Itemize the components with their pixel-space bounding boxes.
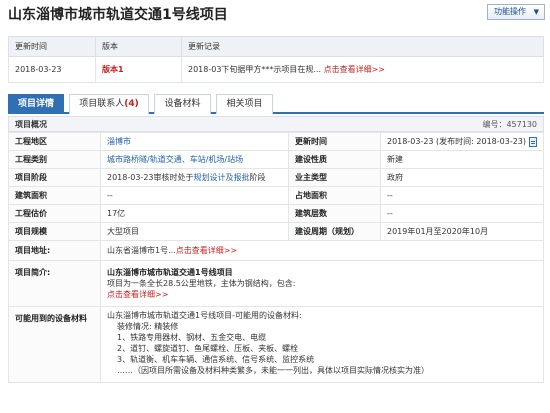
intro-detail-link[interactable]: 点击查看详细>> (107, 289, 543, 300)
cost-key: 工程估价 (8, 204, 101, 223)
intro-key: 项目简介: (8, 260, 101, 307)
project-code: 编号：457130 (482, 120, 537, 129)
tab-equipment-materials[interactable]: 设备材料 (154, 94, 211, 114)
table-row: 工程类别 城市路桥隧/轨道交通、车站/机场/站场 建设性质 新建 (8, 150, 544, 169)
table-row: 2018-03-23 版本1 2018-03下旬据甲方***示项目在规... 点… (8, 56, 544, 83)
table-row: 项目地址: 山东省淄博市1号...点击查看详细>> (8, 240, 544, 261)
area-value: -- (100, 186, 289, 205)
update-header-row: 更新时间 版本 更新记录 (8, 36, 544, 57)
function-menu-label: 功能操作 (494, 7, 526, 16)
floors-value: -- (380, 204, 544, 223)
update-time-key: 更新时间 (288, 132, 381, 151)
table-row: 项目简介: 山东淄博市城市轨道交通1号线项目 项目为一条全长28.5公里地铁，主… (8, 260, 544, 307)
period-key: 建设周期（规划） (288, 222, 381, 241)
category-value-link[interactable]: 城市路桥隧/轨道交通、车站/机场/站场 (100, 150, 289, 169)
update-date: 2018-03-23 (8, 56, 96, 83)
intro-title: 山东淄博市城市轨道交通1号线项目 (107, 268, 233, 277)
tab-bar: 项目详情 项目联系人(4) 设备材料 相关项目 (8, 94, 544, 114)
page-title: 山东淄博市城市轨道交通1号线项目 (8, 7, 228, 23)
table-row: 项目阶段 2018-03-23审核时处于规划设计及报批阶段 业主类型 政府 (8, 168, 544, 187)
equipment-line: 山东淄博市城市轨道交通1号线项目-可能用的设备材料: (107, 311, 302, 320)
address-detail-link[interactable]: 点击查看详细>> (176, 246, 237, 255)
address-value: 山东省淄博市1号... (107, 246, 176, 255)
document-icon[interactable] (529, 136, 538, 147)
region-value-link[interactable]: 淄博市 (100, 132, 289, 151)
equipment-line: 3、轨道衡、机车车辆、通信系统、信号系统、监控系统 (117, 355, 315, 364)
equipment-key: 可能用到的设备材料 (8, 306, 101, 383)
update-time-value: 2018-03-23 (发布时间: 2018-03-23) (387, 137, 527, 146)
tab-project-details[interactable]: 项目详情 (8, 94, 64, 114)
floors-key: 建筑层数 (288, 204, 381, 223)
overview-label: 项目概况 (15, 120, 47, 129)
update-record-text: 2018-03下旬据甲方***示项目在规... (188, 65, 322, 74)
table-row: 项目规模 大型项目 建设周期（规划） 2019年01月至2020年10月 (8, 222, 544, 241)
chevron-down-icon: ▼ (533, 8, 539, 16)
intro-text: 项目为一条全长28.5公里地铁，主体为钢结构，包含: (107, 279, 296, 288)
update-record-cell: 2018-03下旬据甲方***示项目在规... 点击查看详细>> (181, 56, 544, 83)
table-row: 建筑面积 -- 占地面积 -- (8, 186, 544, 205)
land-key: 占地面积 (288, 186, 381, 205)
update-history-table: 更新时间 版本 更新记录 2018-03-23 版本1 2018-03下旬据甲方… (8, 36, 544, 83)
scale-value: 大型项目 (100, 222, 289, 241)
land-value: -- (380, 186, 544, 205)
table-row: 工程地区 淄博市 更新时间 2018-03-23 (发布时间: 2018-03-… (8, 132, 544, 151)
contact-count-badge: (4) (124, 99, 139, 109)
nature-value: 新建 (380, 150, 544, 169)
update-detail-link[interactable]: 点击查看详细>> (324, 65, 385, 74)
intro-cell: 山东淄博市城市轨道交通1号线项目 项目为一条全长28.5公里地铁，主体为钢结构，… (100, 260, 544, 307)
equipment-line: 2、道钉、螺旋道钉、鱼尾螺栓、压板、夹板、螺栓 (117, 344, 299, 353)
area-key: 建筑面积 (8, 186, 101, 205)
category-key: 工程类别 (8, 150, 101, 169)
owner-key: 业主类型 (288, 168, 381, 187)
tab-related-projects[interactable]: 相关项目 (216, 94, 273, 114)
period-value: 2019年01月至2020年10月 (380, 222, 544, 241)
version-label: 版本1 (95, 56, 182, 83)
equipment-cell: 山东淄博市城市轨道交通1号线项目-可能用的设备材料: 装修情况: 精装修 1、铁… (100, 306, 544, 383)
address-key: 项目地址: (8, 240, 101, 261)
equipment-line: 装修情况: 精装修 (117, 322, 179, 331)
table-row: 可能用到的设备材料 山东淄博市城市轨道交通1号线项目-可能用的设备材料: 装修情… (8, 306, 544, 383)
project-info-table: 工程地区 淄博市 更新时间 2018-03-23 (发布时间: 2018-03-… (8, 132, 544, 383)
header-update-record: 更新记录 (181, 36, 544, 57)
stage-link[interactable]: 规划设计及报批 (194, 173, 250, 182)
equipment-line: 1、铁路专用器材、钢材、五金交电、电缆 (117, 333, 267, 342)
region-key: 工程地区 (8, 132, 101, 151)
address-cell: 山东省淄博市1号...点击查看详细>> (100, 240, 544, 261)
scale-key: 项目规模 (8, 222, 101, 241)
update-time-cell: 2018-03-23 (发布时间: 2018-03-23) (380, 132, 544, 151)
stage-cell: 2018-03-23审核时处于规划设计及报批阶段 (100, 168, 289, 187)
stage-suffix: 阶段 (249, 173, 266, 182)
overview-bar: 项目概况 编号：457130 (8, 116, 544, 132)
stage-prefix: 2018-03-23审核时处于 (107, 173, 194, 182)
function-menu-button[interactable]: 功能操作 ▼ (487, 4, 545, 20)
table-row: 工程估价 17亿 建筑层数 -- (8, 204, 544, 223)
nature-key: 建设性质 (288, 150, 381, 169)
stage-key: 项目阶段 (8, 168, 101, 187)
owner-value: 政府 (380, 168, 544, 187)
cost-value: 17亿 (100, 204, 289, 223)
header-update-time: 更新时间 (8, 36, 96, 57)
equipment-line: ……（因项目所需设备及材料种类繁多，未能一一列出，具体以项目实际情况核实为准） (117, 366, 429, 375)
header-version: 版本 (95, 36, 182, 57)
tab-project-contacts[interactable]: 项目联系人(4) (69, 94, 149, 114)
